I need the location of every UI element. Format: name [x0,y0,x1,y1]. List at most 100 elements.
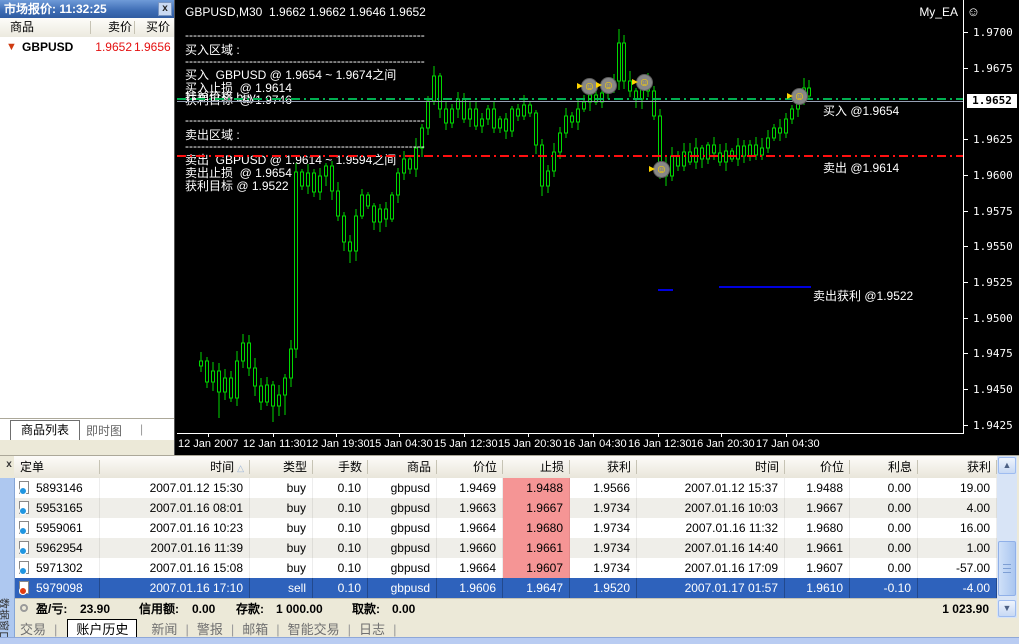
table-cell[interactable]: 2007.01.16 11:32 [637,518,785,538]
table-cell[interactable]: 2007.01.16 15:08 [100,558,250,578]
table-cell[interactable]: gbpusd [368,578,437,598]
scrollbar-thumb[interactable] [998,541,1016,596]
table-cell[interactable]: buy [250,498,313,518]
table-cell[interactable]: 1.9488 [785,478,850,498]
table-column-header[interactable]: 时间 △ [100,456,250,478]
table-row[interactable]: 5893146 2007.01.12 15:30 buy 0.10 gbpusd 1.94… [14,478,997,498]
table-cell[interactable]: 1.9663 [437,498,503,518]
table-cell[interactable]: 0.10 [313,478,368,498]
table-cell[interactable]: 2007.01.16 17:09 [637,558,785,578]
table-cell[interactable]: buy [250,478,313,498]
table-cell[interactable]: buy [250,558,313,578]
table-cell[interactable]: 1.9734 [570,558,637,578]
tab-tick-chart[interactable]: 即时图 [86,422,122,439]
table-cell[interactable]: 0.00 [850,478,918,498]
table-column-header[interactable]: 获利 [918,456,997,478]
table-column-header[interactable]: 类型 [250,456,313,478]
table-cell[interactable]: gbpusd [368,538,437,558]
table-column-header[interactable]: 获利 [570,456,637,478]
table-column-header[interactable]: 止损 [503,456,570,478]
table-cell[interactable]: buy [250,518,313,538]
table-cell[interactable]: 1.9607 [503,558,570,578]
table-cell[interactable]: 1.9661 [785,538,850,558]
column-symbol[interactable]: 商品 [10,18,34,37]
table-cell[interactable]: 0.00 [850,518,918,538]
table-column-header[interactable]: 定单 [14,456,100,478]
table-cell[interactable]: 2007.01.12 15:37 [637,478,785,498]
table-column-header[interactable]: 商品 [368,456,437,478]
scroll-down-icon[interactable]: ▼ [998,600,1016,617]
tab-symbol-list[interactable]: 商品列表 [10,420,81,440]
table-column-header[interactable]: 价位 [437,456,503,478]
table-column-header[interactable]: 价位 [785,456,850,478]
buy-level-line[interactable] [177,98,963,100]
table-cell[interactable]: 1.9610 [785,578,850,598]
table-cell[interactable]: 0.10 [313,578,368,598]
vertical-scrollbar[interactable]: ▲ ▼ [997,456,1017,618]
takeprofit-line[interactable] [658,289,673,291]
table-cell[interactable]: 1.9664 [437,558,503,578]
symbol-row-gbpusd[interactable]: ▼ GBPUSD 1.9652 1.9656 [0,37,174,57]
market-watch-titlebar[interactable]: 市场报价: 11:32:25 x [0,0,174,18]
table-column-header[interactable]: 时间 [637,456,785,478]
table-cell[interactable]: 0.00 [850,538,918,558]
table-cell[interactable]: 1.9680 [503,518,570,538]
table-cell[interactable]: gbpusd [368,478,437,498]
takeprofit-line[interactable] [719,286,811,288]
table-cell[interactable]: -0.10 [850,578,918,598]
table-cell[interactable]: 19.00 [918,478,997,498]
docked-side-strip[interactable]: 数据窗口 [0,478,15,642]
table-cell[interactable]: 1.9734 [570,538,637,558]
table-cell[interactable]: 2007.01.16 17:10 [100,578,250,598]
chart-plot-area[interactable]: GBPUSD,M30 1.9662 1.9662 1.9646 1.9652 -… [177,0,964,434]
time-axis[interactable]: 12 Jan 2007 12 Jan 11:30 12 Jan 19:30 15 Ja… [177,434,963,455]
table-cell[interactable]: 0.10 [313,498,368,518]
table-column-header[interactable]: 手数 [313,456,368,478]
table-cell[interactable]: 2007.01.16 10:03 [637,498,785,518]
table-cell[interactable]: -57.00 [918,558,997,578]
table-cell[interactable]: 2007.01.16 14:40 [637,538,785,558]
price-axis[interactable]: 1.9652 1.9700 1.9675 1.9625 1.9600 1.9575 1.9… [964,0,1019,433]
table-cell[interactable]: 1.9520 [570,578,637,598]
table-cell[interactable]: 1.9664 [437,518,503,538]
table-cell[interactable]: 5962954 [14,538,100,558]
table-cell[interactable]: gbpusd [368,498,437,518]
close-icon[interactable]: x [158,2,172,16]
table-row[interactable]: 5979098 2007.01.16 17:10 sell 0.10 gbpusd 1.9… [14,578,997,598]
table-cell[interactable]: 2007.01.12 15:30 [100,478,250,498]
table-cell[interactable]: 5953165 [14,498,100,518]
table-cell[interactable]: 0.00 [850,498,918,518]
table-cell[interactable]: 1.00 [918,538,997,558]
table-cell[interactable]: 1.9566 [570,478,637,498]
table-cell[interactable]: gbpusd [368,558,437,578]
table-cell[interactable]: 1.9647 [503,578,570,598]
table-cell[interactable]: 2007.01.16 11:39 [100,538,250,558]
table-cell[interactable]: 0.10 [313,558,368,578]
column-ask[interactable]: 买价 [138,18,170,37]
table-cell[interactable]: 5959061 [14,518,100,538]
table-cell[interactable]: gbpusd [368,518,437,538]
table-cell[interactable]: 1.9488 [503,478,570,498]
table-cell[interactable]: 1.9660 [437,538,503,558]
table-cell[interactable]: sell [250,578,313,598]
table-cell[interactable]: 0.10 [313,518,368,538]
table-cell[interactable]: 1.9734 [570,498,637,518]
table-cell[interactable]: 1.9734 [570,518,637,538]
table-column-header[interactable]: 利息 [850,456,918,478]
sell-level-line[interactable] [177,155,963,157]
table-cell[interactable]: 4.00 [918,498,997,518]
table-cell[interactable]: 2007.01.16 10:23 [100,518,250,538]
table-cell[interactable]: 1.9607 [785,558,850,578]
table-cell[interactable]: 0.10 [313,538,368,558]
table-cell[interactable]: 5893146 [14,478,100,498]
column-bid[interactable]: 卖价 [96,18,132,37]
table-cell[interactable]: -4.00 [918,578,997,598]
table-cell[interactable]: 1.9680 [785,518,850,538]
table-cell[interactable]: 1.9606 [437,578,503,598]
table-cell[interactable]: 1.9667 [503,498,570,518]
table-cell[interactable]: 0.00 [850,558,918,578]
table-cell[interactable]: 2007.01.16 08:01 [100,498,250,518]
table-cell[interactable]: 5979098 [14,578,100,598]
table-cell[interactable]: 1.9661 [503,538,570,558]
table-row[interactable]: 5953165 2007.01.16 08:01 buy 0.10 gbpusd 1.96… [14,498,997,518]
